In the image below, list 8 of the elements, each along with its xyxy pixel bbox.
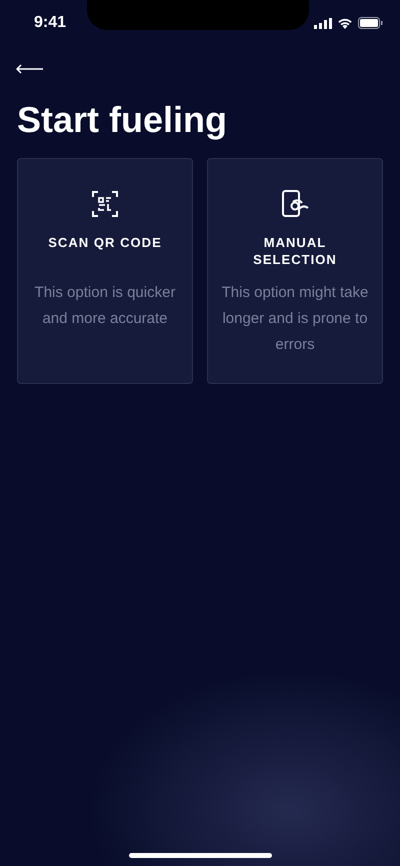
option-title: MANUAL SELECTION: [252, 234, 338, 268]
option-title: SCAN QR CODE: [48, 234, 162, 251]
page-title: Start fueling: [17, 98, 228, 142]
option-card[interactable]: SCAN QR CODE This option is quicker and more accurate: [17, 158, 193, 384]
option-description: This option is quicker and more accurate: [34, 283, 176, 329]
option-description: This option might take longer and is prone to errors: [220, 283, 370, 355]
option-card[interactable]: MANUAL SELECTION This option might take longer and is prone to errors: [207, 158, 383, 384]
status-time: 9:41: [34, 13, 66, 33]
